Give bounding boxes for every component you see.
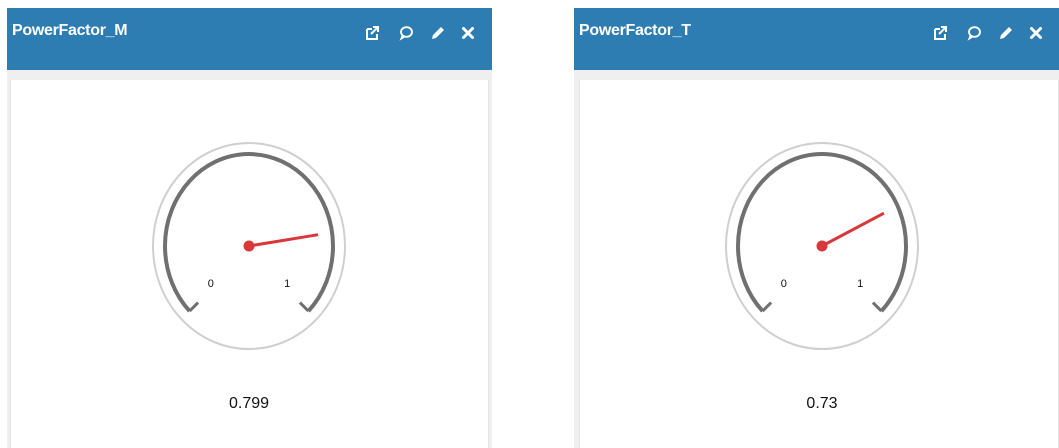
gauge-max-tick	[298, 301, 310, 313]
gauge-scale-arc	[736, 152, 908, 313]
comment-icon[interactable]	[966, 25, 982, 41]
gauge-dial: 0 1	[152, 142, 346, 350]
gauge-min-label: 0	[208, 278, 214, 290]
gauge-min-tick	[761, 301, 773, 313]
gauge-needle	[248, 233, 319, 248]
gauge-max-label: 1	[284, 278, 290, 290]
panel-body: 0 1 0.73	[579, 80, 1059, 448]
edit-pencil-icon[interactable]	[998, 25, 1014, 41]
close-icon[interactable]	[1028, 25, 1044, 41]
gauge-needle-hub	[816, 240, 828, 252]
widget-panel-powerfactor-m: PowerFactor_M 0 1 0.799	[7, 8, 492, 448]
gauge-min-tick	[188, 301, 200, 313]
edit-pencil-icon[interactable]	[430, 25, 446, 41]
external-link-icon[interactable]	[364, 25, 380, 41]
gauge-value: 0.73	[806, 395, 838, 412]
gauge-dial: 0 1	[725, 142, 919, 350]
gauge: 0 1	[722, 112, 922, 352]
gauge-max-label: 1	[857, 278, 863, 290]
gauge: 0 1	[149, 112, 349, 352]
gauge-needle-hub	[243, 240, 255, 252]
gauge-value: 0.799	[228, 395, 270, 412]
gauge-scale-arc	[163, 152, 335, 313]
comment-icon[interactable]	[398, 25, 414, 41]
panel-body: 0 1 0.799	[10, 80, 489, 448]
widget-panel-powerfactor-t: PowerFactor_T 0 1 0.73	[574, 8, 1059, 448]
panel-toolbar	[364, 25, 479, 45]
gauge-needle	[821, 211, 885, 248]
panel-title: PowerFactor_M	[12, 22, 128, 39]
panel-header: PowerFactor_M	[7, 8, 492, 70]
gauge-max-tick	[871, 301, 883, 313]
external-link-icon[interactable]	[932, 25, 948, 41]
panel-toolbar	[932, 25, 1047, 45]
close-icon[interactable]	[460, 25, 476, 41]
panel-header: PowerFactor_T	[574, 8, 1059, 70]
panel-title: PowerFactor_T	[579, 22, 691, 39]
gauge-min-label: 0	[781, 278, 787, 290]
